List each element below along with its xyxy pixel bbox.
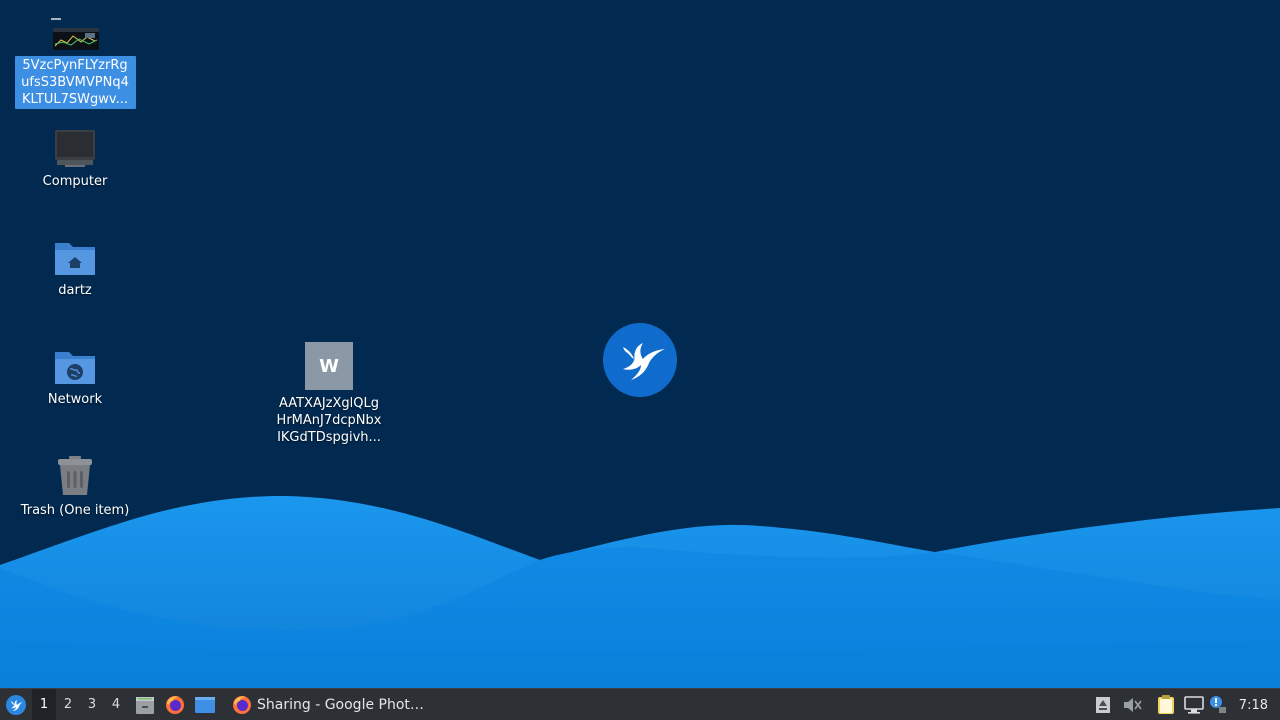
network-folder-icon <box>55 352 95 384</box>
network-wired-icon <box>1183 696 1204 714</box>
workspace-label: 4 <box>111 697 121 712</box>
desktop-icon-label: Trash (One item) <box>20 503 130 518</box>
desktop[interactable]: 5VzcPynFLYzrRg ufsS3BVMVPNq4 KLTUL7SWgwv… <box>0 0 1280 688</box>
desktop-icon-label: dartz <box>58 283 92 298</box>
desktop-network[interactable]: Network <box>13 346 137 409</box>
desktop-document[interactable]: W AATXAJzXglQLg HrMAnJ7dcpNbx IKGdTDspgi… <box>267 342 391 447</box>
firefox-launcher[interactable] <box>160 689 190 720</box>
clipboard-icon <box>1157 695 1174 714</box>
eject-button[interactable] <box>1089 689 1117 720</box>
desktop-trash[interactable]: Trash (One item) <box>13 455 137 520</box>
start-menu-button[interactable] <box>0 689 32 720</box>
image-thumbnail-icon <box>51 18 99 50</box>
firefox-icon <box>166 695 184 714</box>
home-folder-icon <box>55 243 95 275</box>
taskbar-window-title: Sharing - Google Phot… <box>257 696 424 713</box>
clipboard-button[interactable] <box>1151 689 1181 720</box>
network-status-button[interactable] <box>1181 689 1207 720</box>
file-manager-launcher[interactable] <box>130 689 160 720</box>
desktop-icon-label: AATXAJzXglQLg HrMAnJ7dcpNbx IKGdTDspgivh… <box>276 396 382 445</box>
desktop-icon-label: 5VzcPynFLYzrRg ufsS3BVMVPNq4 KLTUL7SWgwv… <box>14 56 136 109</box>
workspace-3[interactable]: 3 <box>80 689 104 720</box>
computer-icon <box>55 130 95 167</box>
document-letter: W <box>319 355 339 377</box>
workspace-label: 2 <box>63 697 73 712</box>
workspace-4[interactable]: 4 <box>104 689 128 720</box>
update-notification-icon <box>1209 696 1226 713</box>
file-cabinet-icon <box>136 696 154 714</box>
workspace-label: 1 <box>39 697 49 712</box>
workspace-1[interactable]: 1 <box>32 688 56 720</box>
system-tray: 7:18 <box>1089 689 1280 720</box>
show-desktop-button[interactable] <box>190 689 220 720</box>
desktop-computer[interactable]: Computer <box>13 128 137 191</box>
updates-button[interactable] <box>1207 689 1229 720</box>
firefox-icon <box>233 695 251 714</box>
trash-icon <box>58 456 92 495</box>
workspace-2[interactable]: 2 <box>56 689 80 720</box>
taskbar: 1 2 3 4 Sharing - Google Phot… 7:18 <box>0 688 1280 720</box>
volume-button[interactable] <box>1117 689 1147 720</box>
taskbar-window-button[interactable]: Sharing - Google Phot… <box>226 689 430 720</box>
clock[interactable]: 7:18 <box>1239 698 1268 713</box>
volume-muted-icon <box>1123 698 1142 712</box>
desktop-icon-label: Computer <box>42 174 108 189</box>
document-icon: W <box>305 342 353 390</box>
eject-icon <box>1095 697 1110 713</box>
distro-logo-icon <box>603 323 677 397</box>
distro-menu-icon <box>6 694 26 715</box>
workspace-label: 3 <box>87 697 97 712</box>
desktop-icon-label: Network <box>47 392 103 407</box>
desktop-icon <box>195 696 215 713</box>
desktop-home-folder[interactable]: dartz <box>13 237 137 300</box>
desktop-file-image[interactable]: 5VzcPynFLYzrRg ufsS3BVMVPNq4 KLTUL7SWgwv… <box>13 18 137 109</box>
